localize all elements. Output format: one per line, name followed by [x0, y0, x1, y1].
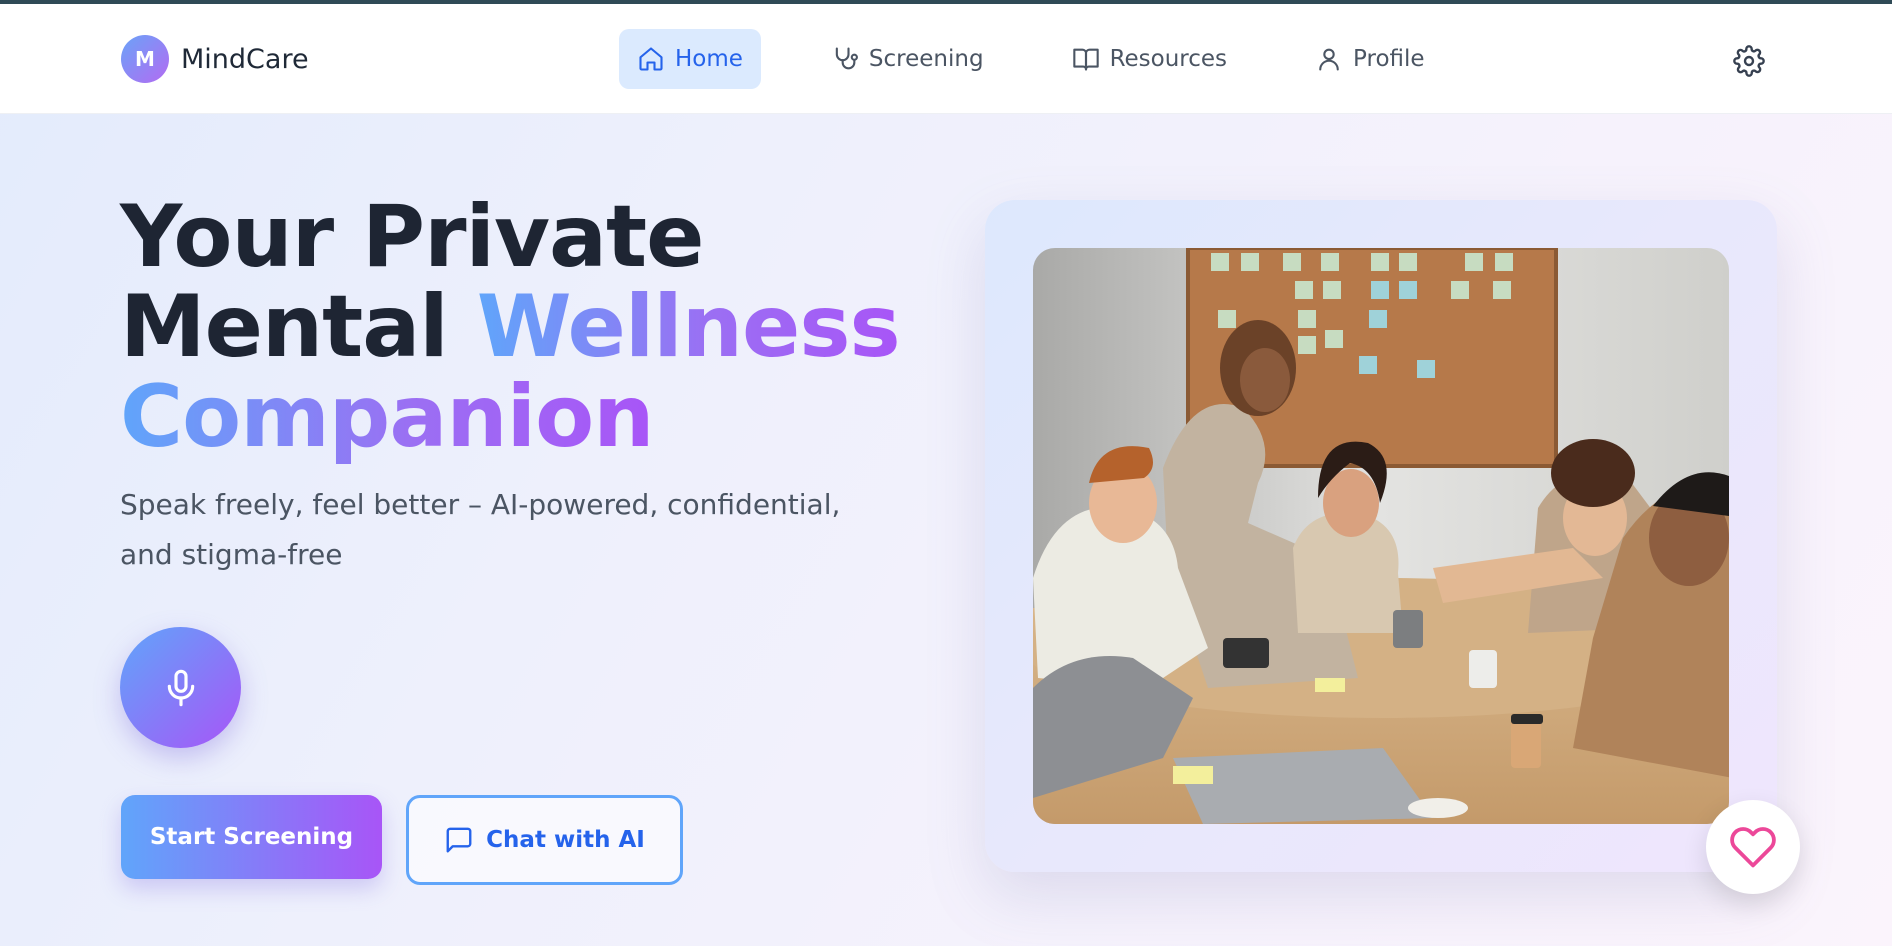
favorite-badge[interactable] [1706, 800, 1800, 894]
nav-item-label: Screening [868, 46, 984, 72]
nav-item-label: Home [675, 46, 743, 72]
main-nav: Home Screening Resources Profile [619, 29, 1495, 89]
chat-bubble-icon [446, 827, 472, 853]
book-icon [1072, 48, 1099, 71]
brand-logo: M [121, 35, 169, 83]
hero-title: Your Private Mental Wellness Companion [120, 192, 901, 462]
stethoscope-icon [835, 47, 858, 70]
chat-with-ai-label: Chat with AI [486, 827, 645, 853]
nav-item-resources[interactable]: Resources [1054, 29, 1245, 89]
start-screening-button[interactable]: Start Screening [121, 795, 382, 879]
nav-item-label: Resources [1109, 46, 1228, 72]
nav-item-screening[interactable]: Screening [813, 29, 1002, 89]
chat-with-ai-button[interactable]: Chat with AI [406, 795, 683, 885]
team-meeting-photo [1033, 248, 1729, 824]
microphone-icon [167, 669, 194, 706]
brand[interactable]: M MindCare [121, 35, 309, 83]
brand-name: MindCare [181, 43, 309, 75]
home-icon [639, 47, 663, 71]
voice-input-button[interactable] [120, 627, 241, 748]
hero-title-line1: Your Private [120, 187, 704, 287]
hero-title-accent-companion: Companion [120, 367, 654, 467]
user-icon [1319, 48, 1339, 71]
hero-image-card [985, 200, 1777, 872]
nav-item-label: Profile [1353, 46, 1425, 72]
nav-item-home[interactable]: Home [619, 29, 761, 89]
nav-item-profile[interactable]: Profile [1297, 29, 1443, 89]
hero-subtitle: Speak freely, feel better – AI-powered, … [120, 488, 841, 571]
team-meeting-illustration [1033, 248, 1729, 824]
gear-icon[interactable] [1733, 45, 1765, 77]
hero-title-line2: Mental [120, 277, 477, 377]
top-navbar: M MindCare Home Screening Resources Prof… [0, 4, 1892, 114]
heart-icon [1730, 827, 1776, 868]
hero-title-accent-wellness: Wellness [476, 277, 901, 377]
